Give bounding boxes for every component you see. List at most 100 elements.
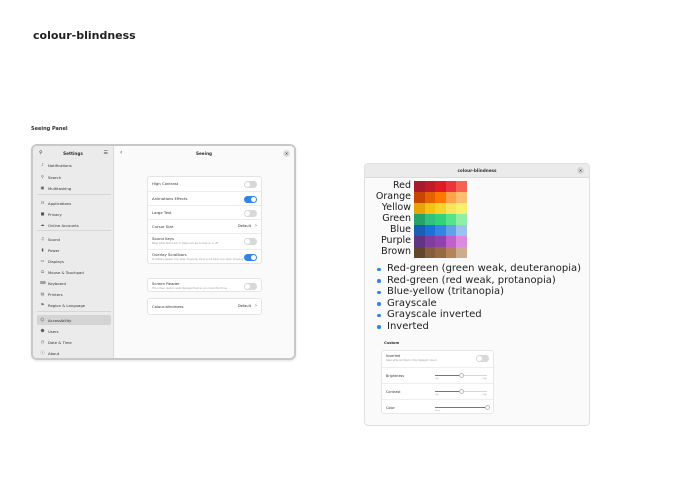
toggle-switch[interactable] xyxy=(244,195,257,203)
chevron-right-icon: › xyxy=(255,302,257,309)
sidebar-item-label: Region & Language xyxy=(48,302,86,308)
colour-mode-item[interactable]: Grayscale inverted xyxy=(376,309,581,321)
row-cursor-size[interactable]: Cursor Size Default › xyxy=(148,219,261,233)
sidebar-item-search[interactable]: ⚲ Search xyxy=(37,172,111,182)
hamburger-menu-icon[interactable]: ☰ xyxy=(104,150,108,156)
row-high-contrast[interactable]: High Contrast xyxy=(148,177,261,191)
sidebar-item-keyboard[interactable]: ⌨ Keyboard xyxy=(37,278,111,288)
colour-mode-item[interactable]: Grayscale xyxy=(376,298,581,310)
sidebar-item-about[interactable]: ⓘ About xyxy=(37,348,111,358)
sidebar-divider xyxy=(37,230,111,231)
swatch-row-label: Blue xyxy=(389,224,411,235)
seeing-settings-card: High Contrast Animations Effects Large Tex… xyxy=(147,176,262,264)
colour-mode-item[interactable]: Blue-yellow (tritanopia) xyxy=(376,286,581,298)
brightness-label: Brightness xyxy=(386,374,405,378)
toggle-switch[interactable] xyxy=(244,209,257,217)
colour-swatch xyxy=(435,236,446,247)
screen-reader-row[interactable]: Screen Reader The screen reader reads di… xyxy=(148,279,261,293)
row-label: High Contrast xyxy=(152,181,179,186)
mouse-icon: ⬭ xyxy=(40,269,45,274)
toggle-switch[interactable] xyxy=(244,180,257,188)
bell-icon: ♪ xyxy=(41,162,44,167)
accessibility-icon: ☺ xyxy=(40,317,45,322)
row-large-text[interactable]: Large Text xyxy=(148,205,261,219)
apps-icon: ☷ xyxy=(40,200,45,205)
row-overlay-scrollbars[interactable]: Overlay Scrollbars Scrollbars appear only… xyxy=(148,249,261,263)
clock-icon: ◷ xyxy=(40,339,45,344)
sidebar-item-region-language[interactable]: ⚑ Region & Language xyxy=(37,300,111,310)
row-label: Animations Effects xyxy=(152,196,188,201)
colour-mode-item[interactable]: Red-green (red weak, protanopia) xyxy=(376,275,581,287)
sidebar-item-power[interactable]: ▮ Power xyxy=(37,245,111,255)
sidebar-item-multitasking[interactable]: ▣ Multitasking xyxy=(37,183,111,193)
colour-swatch xyxy=(456,225,467,236)
close-icon[interactable]: ✕ xyxy=(283,150,290,157)
colour-swatch xyxy=(414,181,425,192)
settings-window: ⚲ Settings ☰ ♪ Notifications ⚲ Search ▣ Multi… xyxy=(31,144,296,360)
colour-mode-item[interactable]: Inverted xyxy=(376,321,581,333)
inverted-sub: Swap white and black in the displayed co… xyxy=(386,358,437,362)
contrast-max-label: High xyxy=(482,394,487,396)
sidebar-item-online-accounts[interactable]: ☁ Online Accounts xyxy=(37,220,111,230)
colour-swatch-grid xyxy=(414,181,467,269)
screen-reader-toggle[interactable] xyxy=(244,282,257,290)
sidebar-item-label: Mouse & Touchpad xyxy=(48,269,84,275)
inverted-toggle[interactable] xyxy=(476,355,489,362)
sidebar-item-sound[interactable]: ♫ Sound xyxy=(37,234,111,244)
sidebar-item-notifications[interactable]: ♪ Notifications xyxy=(37,160,111,170)
colour-swatch xyxy=(435,225,446,236)
brightness-slider[interactable] xyxy=(435,373,487,378)
chevron-right-icon: › xyxy=(255,222,257,229)
colour-swatch xyxy=(435,192,446,203)
colour-blindness-row[interactable]: Colour-blindness Default › xyxy=(148,299,261,315)
contrast-min-label: Low xyxy=(435,394,439,396)
row-sound-keys[interactable]: Sound Keys Beep when Num Lock or Caps Loc… xyxy=(148,233,261,247)
row-animations-effects[interactable]: Animations Effects xyxy=(148,191,261,205)
color-slider-handle[interactable] xyxy=(484,405,490,410)
colour-mode-item[interactable]: Red-green (green weak, deuteranopia) xyxy=(376,263,581,275)
speaker-icon: ♫ xyxy=(40,236,45,241)
search-icon: ⚲ xyxy=(41,174,44,179)
contrast-slider-handle[interactable] xyxy=(458,389,464,394)
sidebar-item-users[interactable]: ☻ Users xyxy=(37,326,111,336)
sidebar-item-displays[interactable]: ▭ Displays xyxy=(37,256,111,266)
colour-swatch xyxy=(414,236,425,247)
colour-swatch xyxy=(414,225,425,236)
brightness-slider-handle[interactable] xyxy=(458,373,464,378)
flag-icon: ⚑ xyxy=(40,302,45,307)
sidebar-item-label: Displays xyxy=(48,258,64,264)
colour-swatch xyxy=(456,236,467,247)
multitasking-icon: ▣ xyxy=(40,185,45,190)
sidebar-item-accessibility[interactable]: ☺ Accessibility xyxy=(37,315,111,325)
close-icon[interactable]: ✕ xyxy=(577,167,584,174)
keyboard-icon: ⌨ xyxy=(40,280,46,285)
sidebar-item-date-time[interactable]: ◷ Date & Time xyxy=(37,337,111,347)
colour-swatch xyxy=(435,247,446,258)
colour-window-header: colour-blindness ✕ xyxy=(365,164,589,178)
swatch-row-label: Red xyxy=(392,180,411,191)
row-description: Beep when Num Lock or Caps Lock are turn… xyxy=(152,241,219,245)
sidebar-item-mouse-touchpad[interactable]: ⬭ Mouse & Touchpad xyxy=(37,267,111,277)
swatch-row-label: Yellow xyxy=(381,202,411,213)
colour-swatch xyxy=(435,214,446,225)
sidebar-item-applications[interactable]: ☷ Applications xyxy=(37,198,111,208)
colour-swatch xyxy=(445,236,457,247)
toggle-switch[interactable] xyxy=(244,237,257,245)
color-row: Color None xyxy=(382,399,493,415)
contrast-slider[interactable] xyxy=(435,389,487,394)
sidebar-title: Settings xyxy=(63,151,83,156)
toggle-switch[interactable] xyxy=(244,253,257,261)
sidebar-item-label: Keyboard xyxy=(48,280,66,286)
sidebar-item-label: About xyxy=(48,350,60,356)
color-slider[interactable] xyxy=(435,405,490,410)
row-description: Scrollbars appear only when hovering; sh… xyxy=(152,257,244,261)
sidebar-divider xyxy=(37,194,111,195)
swatch-row-label: Purple xyxy=(380,235,411,246)
inverted-label: Inverted xyxy=(386,354,401,358)
colour-swatch xyxy=(445,181,457,192)
color-label: Color xyxy=(386,406,395,410)
sidebar-item-printers[interactable]: ▤ Printers xyxy=(37,289,111,299)
inverted-row[interactable]: Inverted Swap white and black in the dis… xyxy=(382,351,493,367)
sidebar-item-privacy[interactable]: ■ Privacy xyxy=(37,209,111,219)
colour-blindness-card: Colour-blindness Default › xyxy=(147,298,262,315)
